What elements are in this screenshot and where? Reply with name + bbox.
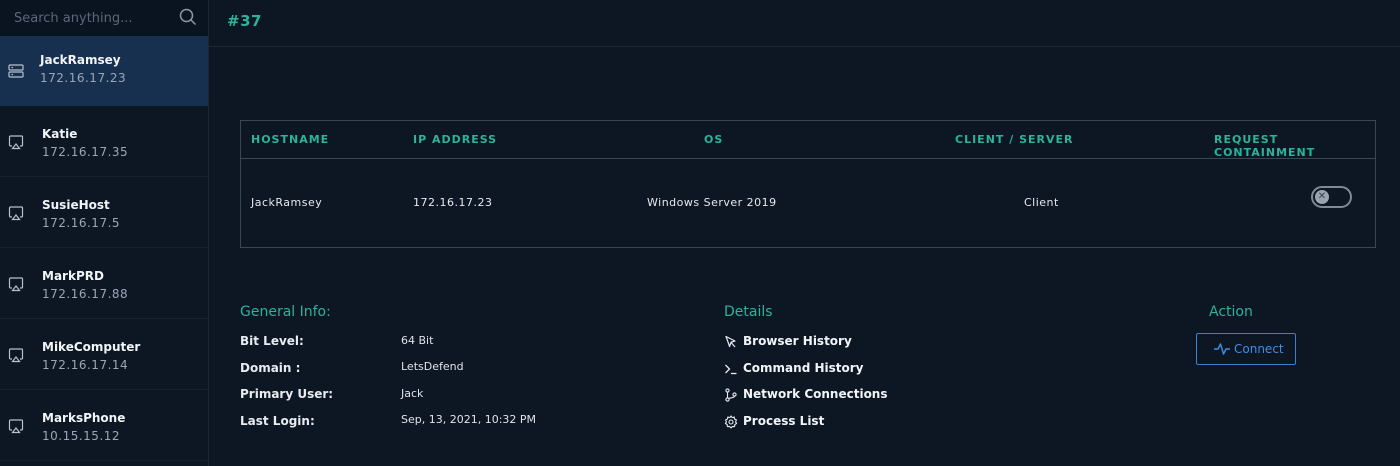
- sidebar-item-susiehost[interactable]: SusieHost 172.16.17.5: [0, 178, 208, 248]
- search-input[interactable]: [14, 8, 174, 28]
- monitor-icon: [8, 135, 24, 150]
- host-ip: 10.15.15.12: [42, 429, 121, 443]
- host-ip: 172.16.17.5: [42, 216, 121, 230]
- info-label-bit-level: Bit Level:: [240, 334, 304, 348]
- column-header-os: OS: [704, 133, 724, 146]
- sidebar-item-jackramsey[interactable]: JackRamsey 172.16.17.23: [0, 36, 208, 106]
- monitor-icon: [8, 206, 24, 221]
- host-name: SusieHost: [42, 198, 110, 212]
- host-sidebar: JackRamsey 172.16.17.23 Katie 172.16.17.…: [0, 0, 209, 466]
- column-header-hostname: HOSTNAME: [251, 133, 330, 146]
- host-name: MikeComputer: [42, 340, 141, 354]
- page-header: #37: [209, 0, 1400, 47]
- cursor-icon: [725, 335, 736, 348]
- activity-icon: [1214, 343, 1230, 355]
- info-label-domain: Domain :: [240, 361, 301, 375]
- info-label-primary-user: Primary User:: [240, 387, 334, 401]
- search-bar: [0, 0, 208, 36]
- host-ip: 172.16.17.23: [40, 71, 127, 85]
- monitor-icon: [8, 419, 24, 434]
- host-name: JackRamsey: [40, 53, 121, 67]
- info-value-domain: LetsDefend: [401, 360, 464, 373]
- column-header-ip-address: IP ADDRESS: [413, 133, 498, 146]
- containment-toggle[interactable]: ✕: [1311, 186, 1352, 208]
- info-value-last-login: Sep, 13, 2021, 10:32 PM: [401, 413, 537, 426]
- host-ip: 172.16.17.14: [42, 358, 129, 372]
- close-icon: ✕: [1315, 190, 1329, 204]
- sidebar-item-marksphone[interactable]: MarksPhone 10.15.15.12: [0, 391, 208, 461]
- gear-icon: [724, 415, 738, 429]
- connect-label: Connect: [1234, 342, 1284, 356]
- action-title: Action: [1209, 304, 1253, 320]
- host-name: Katie: [42, 127, 78, 141]
- cell-os: Windows Server 2019: [647, 196, 777, 209]
- column-header-client-server: CLIENT / SERVER: [955, 133, 1074, 146]
- detail-label: Browser History: [743, 334, 852, 348]
- cell-ip-address: 172.16.17.23: [413, 196, 493, 209]
- connect-button[interactable]: Connect: [1196, 333, 1296, 365]
- host-table: HOSTNAME IP ADDRESS OS CLIENT / SERVER R…: [240, 120, 1376, 248]
- monitor-icon: [8, 277, 24, 292]
- info-value-bit-level: 64 Bit: [401, 334, 434, 347]
- table-header: HOSTNAME IP ADDRESS OS CLIENT / SERVER R…: [241, 121, 1375, 159]
- host-name: MarkPRD: [42, 269, 104, 283]
- detail-label: Network Connections: [743, 387, 888, 401]
- git-branch-icon: [725, 388, 737, 402]
- page-title: #37: [227, 12, 262, 30]
- cell-hostname: JackRamsey: [251, 196, 323, 209]
- terminal-icon: [725, 364, 737, 375]
- host-ip: 172.16.17.88: [42, 287, 129, 301]
- general-info-title: General Info:: [240, 304, 331, 320]
- host-name: MarksPhone: [42, 411, 126, 425]
- sidebar-item-katie[interactable]: Katie 172.16.17.35: [0, 107, 208, 177]
- host-ip: 172.16.17.35: [42, 145, 129, 159]
- monitor-icon: [8, 348, 24, 363]
- sidebar-item-markprd[interactable]: MarkPRD 172.16.17.88: [0, 249, 208, 319]
- detail-label: Process List: [743, 414, 825, 428]
- server-icon: [8, 64, 24, 78]
- sidebar-item-mikecomputer[interactable]: MikeComputer 172.16.17.14: [0, 320, 208, 390]
- info-label-last-login: Last Login:: [240, 414, 315, 428]
- search-icon[interactable]: [179, 8, 197, 26]
- detail-label: Command History: [743, 361, 864, 375]
- info-value-primary-user: Jack: [401, 387, 424, 400]
- details-title: Details: [724, 304, 773, 320]
- column-header-request-containment: REQUEST CONTAINMENT: [1214, 133, 1316, 159]
- cell-client-server: Client: [1024, 196, 1059, 209]
